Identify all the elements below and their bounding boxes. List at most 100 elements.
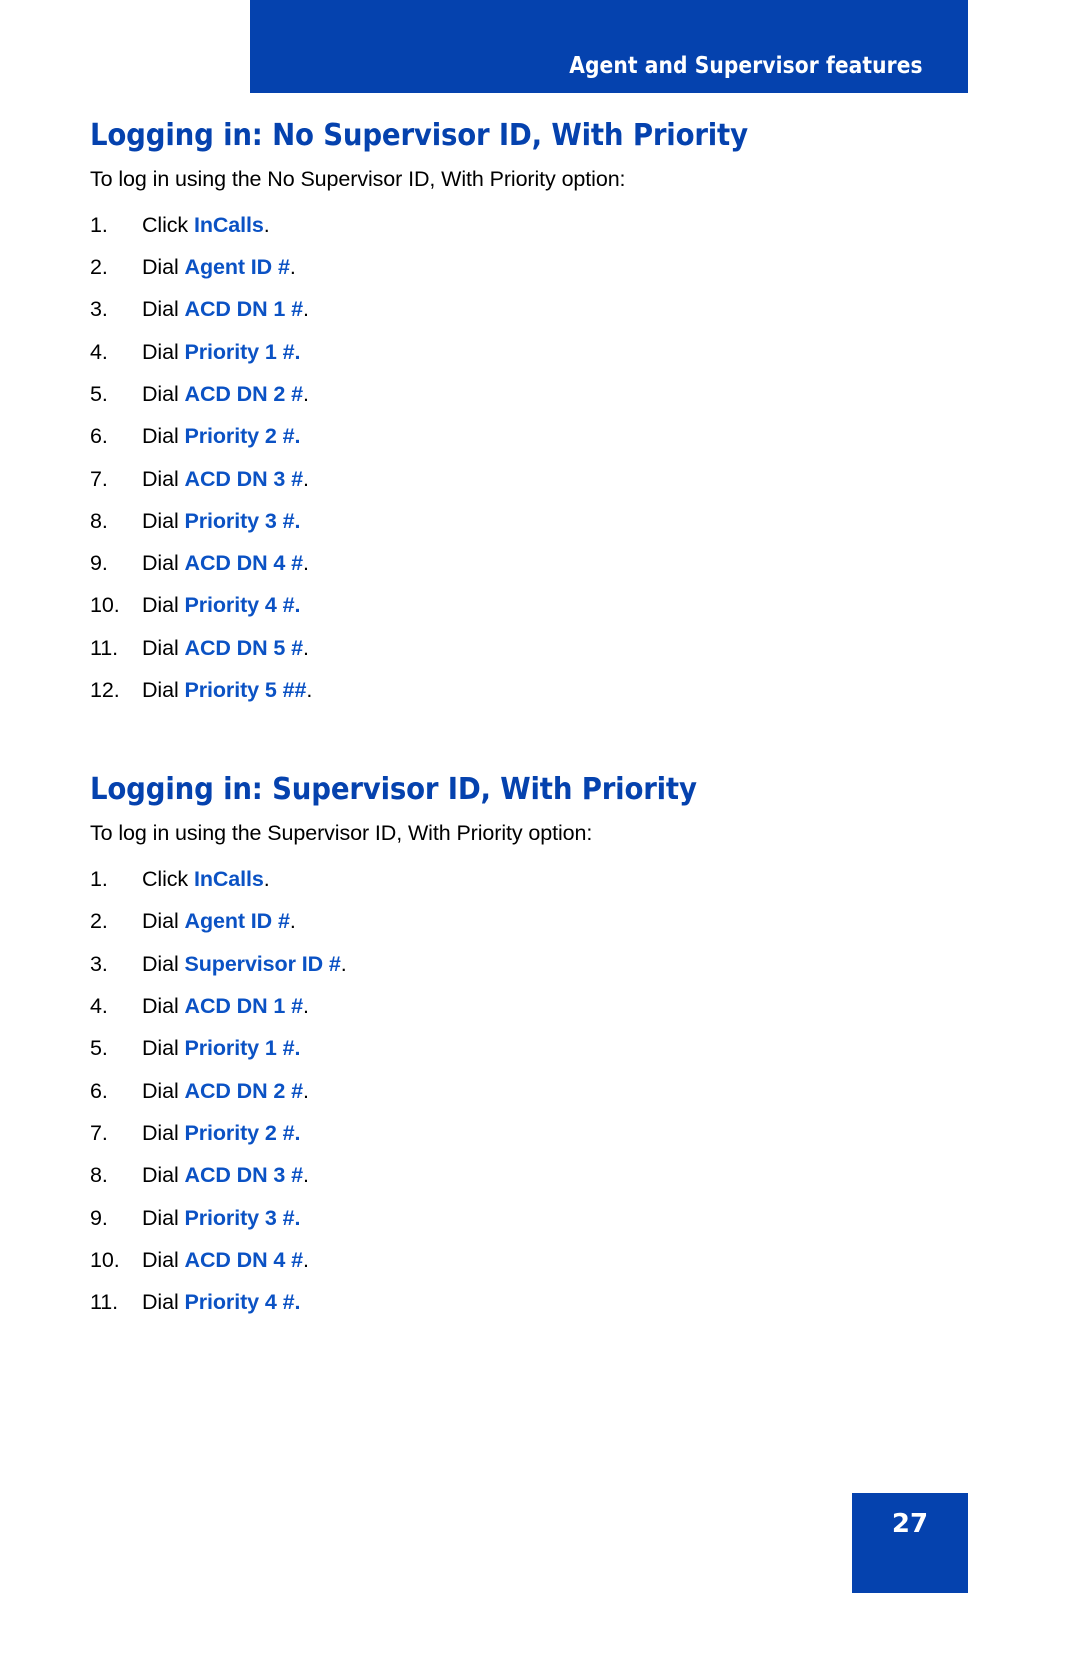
step-verb: Click (142, 212, 194, 237)
steps-list: 1. Click InCalls. 2. Dial Agent ID #. 3. Dial… (90, 867, 970, 1316)
step-text: Dial ACD DN 1 #. (142, 297, 309, 323)
step-number: 12. (90, 678, 120, 703)
step-verb: Dial (142, 381, 185, 406)
step-verb: Dial (142, 508, 185, 533)
step-keyword: ACD DN 3 # (184, 1163, 304, 1188)
step-number: 5. (90, 1036, 108, 1061)
step-keyword: Priority 4 # (184, 593, 295, 618)
step-text: Dial Priority 3 #. (142, 509, 300, 535)
step-verb: Dial (142, 1163, 185, 1188)
step-keyword: ACD DN 1 # (184, 994, 304, 1019)
list-item: 5. Dial ACD DN 2 #. (90, 382, 970, 408)
step-number: 6. (90, 424, 108, 449)
step-text: Dial ACD DN 4 #. (142, 551, 309, 577)
step-number: 5. (90, 381, 108, 406)
step-keyword: Priority 3 # (184, 508, 295, 533)
step-text: Dial ACD DN 3 #. (142, 467, 309, 493)
step-verb: Dial (142, 1247, 185, 1272)
list-item: 7. Dial Priority 2 #. (90, 1121, 970, 1147)
step-terminator: . (302, 635, 309, 660)
step-number: 11. (90, 635, 118, 660)
step-terminator: . (340, 951, 347, 976)
step-keyword: Agent ID # (184, 909, 290, 934)
section-heading: Logging in: No Supervisor ID, With Prior… (90, 118, 748, 153)
step-keyword: ACD DN 4 # (184, 1247, 304, 1272)
step-text: Dial Priority 1 #. (142, 340, 300, 366)
step-text: Click InCalls. (142, 213, 270, 239)
step-keyword: Priority 1 # (184, 1036, 295, 1061)
list-item: 7. Dial ACD DN 3 #. (90, 467, 970, 493)
step-verb: Dial (142, 466, 185, 491)
step-keyword: InCalls (193, 212, 264, 237)
step-keyword: Priority 2 # (184, 424, 295, 449)
step-text: Dial ACD DN 2 #. (142, 1079, 309, 1105)
header-title: Agent and Supervisor features (569, 53, 923, 79)
list-item: 10. Dial Priority 4 #. (90, 593, 970, 619)
step-number: 7. (90, 1120, 108, 1145)
list-item: 8. Dial Priority 3 #. (90, 509, 970, 535)
step-text: Dial ACD DN 5 #. (142, 636, 309, 662)
list-item: 3. Dial ACD DN 1 #. (90, 297, 970, 323)
step-terminator: . (289, 909, 296, 934)
step-terminator: . (302, 466, 309, 491)
list-item: 8. Dial ACD DN 3 #. (90, 1163, 970, 1189)
step-number: 1. (90, 212, 108, 237)
step-text: Dial Priority 1 #. (142, 1036, 300, 1062)
step-terminator: . (302, 994, 309, 1019)
step-keyword: Agent ID # (184, 255, 290, 280)
step-number: 10. (90, 593, 120, 618)
step-text: Dial Priority 4 #. (142, 1290, 300, 1316)
step-verb: Dial (142, 951, 185, 976)
step-keyword: ACD DN 1 # (184, 297, 304, 322)
step-verb: Dial (142, 1120, 185, 1145)
step-number: 3. (90, 951, 108, 976)
step-terminator: . (289, 255, 296, 280)
step-keyword: ACD DN 2 # (184, 381, 304, 406)
page-header-bar: Agent and Supervisor features (250, 0, 968, 93)
section-intro: To log in using the No Supervisor ID, Wi… (90, 167, 626, 191)
step-verb: Dial (142, 255, 185, 280)
page-content: Logging in: No Supervisor ID, With Prior… (90, 118, 970, 1332)
step-text: Dial ACD DN 4 #. (142, 1248, 309, 1274)
step-text: Dial ACD DN 2 #. (142, 382, 309, 408)
step-terminator: . (302, 1078, 309, 1103)
step-terminator: . (294, 593, 301, 618)
step-terminator: . (302, 551, 309, 576)
list-item: 11. Dial Priority 4 #. (90, 1290, 970, 1316)
step-verb: Click (142, 867, 194, 892)
step-verb: Dial (142, 297, 185, 322)
list-item: 6. Dial Priority 2 #. (90, 424, 970, 450)
step-text: Dial Priority 4 #. (142, 593, 300, 619)
step-number: 9. (90, 551, 108, 576)
step-terminator: . (294, 1036, 301, 1061)
step-terminator: . (294, 339, 301, 364)
step-number: 11. (90, 1290, 118, 1315)
step-text: Dial ACD DN 3 #. (142, 1163, 309, 1189)
page-number: 27 (891, 1509, 929, 1539)
list-item: 1. Click InCalls. (90, 213, 970, 239)
step-verb: Dial (142, 593, 185, 618)
step-number: 2. (90, 255, 108, 280)
step-terminator: . (294, 508, 301, 533)
step-keyword: Priority 5 ## (184, 678, 307, 703)
step-number: 6. (90, 1078, 108, 1103)
step-number: 1. (90, 867, 108, 892)
step-verb: Dial (142, 339, 185, 364)
list-item: 3. Dial Supervisor ID #. (90, 952, 970, 978)
step-text: Dial Agent ID #. (142, 255, 296, 281)
step-number: 3. (90, 297, 108, 322)
section-supervisor-id: Logging in: Supervisor ID, With Priority… (90, 772, 970, 1316)
step-keyword: ACD DN 3 # (184, 466, 304, 491)
step-terminator: . (263, 212, 270, 237)
step-number: 4. (90, 994, 108, 1019)
step-text: Dial Agent ID #. (142, 909, 296, 935)
list-item: 11. Dial ACD DN 5 #. (90, 636, 970, 662)
step-terminator: . (302, 381, 309, 406)
list-item: 2. Dial Agent ID #. (90, 909, 970, 935)
list-item: 9. Dial ACD DN 4 #. (90, 551, 970, 577)
section-heading: Logging in: Supervisor ID, With Priority (90, 772, 697, 808)
step-terminator: . (302, 1247, 309, 1272)
list-item: 4. Dial Priority 1 #. (90, 340, 970, 366)
step-verb: Dial (142, 909, 185, 934)
step-text: Dial Priority 2 #. (142, 1121, 300, 1147)
